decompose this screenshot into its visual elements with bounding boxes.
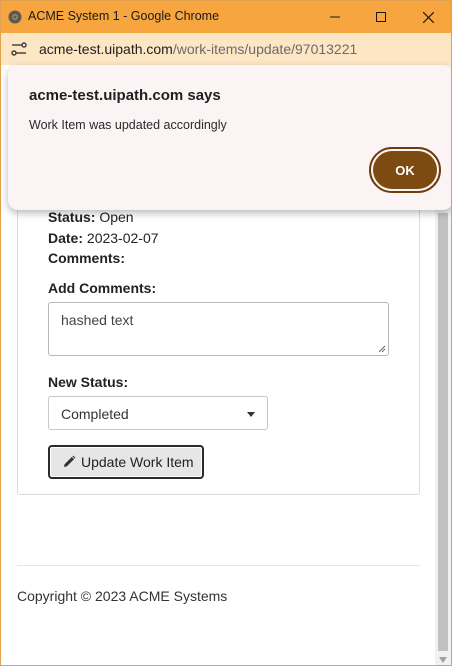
status-label: Status: xyxy=(48,209,96,225)
maximize-button[interactable] xyxy=(358,1,404,33)
title-bar: ACME System 1 - Google Chrome xyxy=(1,1,451,33)
alert-dialog: acme-test.uipath.com says Work Item was … xyxy=(8,65,451,210)
site-info-icon[interactable] xyxy=(11,42,27,56)
date-line: Date: 2023-02-07 xyxy=(48,230,159,246)
new-status-label: New Status: xyxy=(48,374,129,390)
resize-grip-icon[interactable] xyxy=(378,345,386,353)
update-button-label: Update Work Item xyxy=(81,454,194,470)
comments-text: hashed text xyxy=(61,312,134,328)
url-host: acme-test.uipath.com xyxy=(39,41,173,57)
window-title: ACME System 1 - Google Chrome xyxy=(28,9,220,23)
minimize-button[interactable] xyxy=(312,1,358,33)
copyright-text: Copyright © 2023 ACME Systems xyxy=(17,588,228,604)
close-button[interactable] xyxy=(405,1,451,33)
chrome-logo-icon xyxy=(8,10,22,24)
scrollbar-thumb[interactable] xyxy=(438,213,448,651)
url-path: /work-items/update/97013221 xyxy=(172,41,358,57)
caret-down-icon xyxy=(247,412,255,417)
date-label: Date: xyxy=(48,230,84,246)
footer-divider xyxy=(17,565,420,566)
minimize-icon xyxy=(330,16,340,18)
browser-window: ACME System 1 - Google Chrome acme-test.… xyxy=(0,0,452,666)
dialog-message: Work Item was updated accordingly xyxy=(29,118,227,132)
add-comments-textarea[interactable]: hashed text xyxy=(48,302,389,356)
maximize-icon xyxy=(376,12,386,22)
address-bar[interactable]: acme-test.uipath.com/work-items/update/9… xyxy=(1,33,451,65)
date-value: 2023-02-07 xyxy=(86,230,159,246)
pencil-icon xyxy=(64,455,76,467)
comments-label: Comments: xyxy=(48,250,126,266)
close-icon xyxy=(422,11,434,23)
new-status-select[interactable]: Completed xyxy=(48,396,268,430)
dialog-title: acme-test.uipath.com says xyxy=(29,87,221,104)
status-line: Status: Open xyxy=(48,209,134,225)
scroll-down-arrow-icon[interactable] xyxy=(438,655,448,665)
new-status-selected: Completed xyxy=(61,406,129,422)
update-work-item-button[interactable]: Update Work Item xyxy=(48,445,204,479)
add-comments-label: Add Comments: xyxy=(48,280,157,296)
ok-button[interactable]: OK xyxy=(373,151,437,189)
status-value: Open xyxy=(99,209,134,225)
url-text[interactable]: acme-test.uipath.com/work-items/update/9… xyxy=(39,41,357,57)
